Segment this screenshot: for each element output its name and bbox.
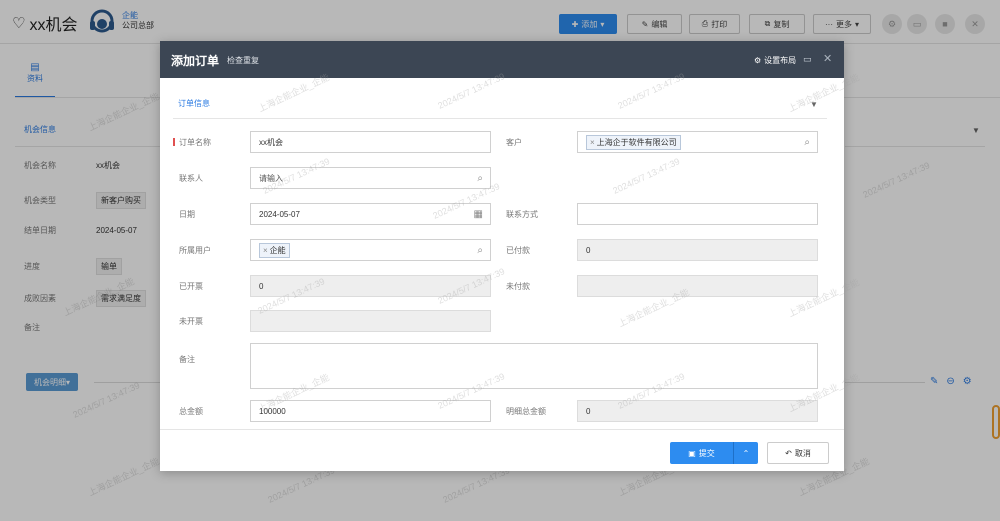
order-section-title[interactable]: 订单信息 bbox=[178, 98, 210, 109]
required-marker bbox=[173, 138, 175, 146]
submit-button[interactable]: ▣ 提交 bbox=[670, 442, 734, 464]
detail-total-label: 明细总金额 bbox=[506, 407, 546, 416]
unpaid-label: 未付款 bbox=[506, 282, 530, 291]
layout-settings-label: 设置布局 bbox=[764, 56, 797, 65]
divider bbox=[173, 118, 827, 119]
contact-method-label: 联系方式 bbox=[506, 210, 538, 219]
total-value: 100000 bbox=[259, 406, 286, 416]
invoiced-value: 0 bbox=[259, 281, 264, 291]
total-label: 总金额 bbox=[179, 407, 203, 416]
submit-button-group: ▣ 提交 ⌃ bbox=[670, 442, 758, 464]
unpaid-field bbox=[577, 275, 818, 297]
submit-button-label: 提交 bbox=[698, 448, 715, 458]
collapse-caret-icon[interactable]: ▼ bbox=[810, 100, 818, 109]
add-order-dialog: 添加订单 检查重复 ⚙ 设置布局 ▭ ✕ 订单信息 ▼ 订单名称 xx机会 客户… bbox=[160, 41, 861, 471]
remark-textarea[interactable] bbox=[250, 343, 818, 389]
customer-field[interactable]: × 上海企于软件有限公司 ⌕ bbox=[577, 131, 818, 153]
total-field[interactable]: 100000 bbox=[250, 400, 491, 422]
search-icon[interactable]: ⌕ bbox=[477, 245, 483, 256]
gear-icon: ⚙ bbox=[754, 56, 762, 65]
contact-placeholder: 请输入 bbox=[259, 173, 283, 183]
order-name-value: xx机会 bbox=[259, 137, 283, 147]
undo-arrow-icon: ↶ bbox=[785, 448, 792, 458]
owner-user-field[interactable]: × 企能 ⌕ bbox=[250, 239, 491, 261]
detail-total-value: 0 bbox=[586, 406, 591, 416]
detail-total-field: 0 bbox=[577, 400, 818, 422]
uninvoiced-label: 未开票 bbox=[179, 317, 203, 326]
check-duplicate-link[interactable]: 检查重复 bbox=[227, 55, 259, 66]
date-label: 日期 bbox=[179, 210, 195, 219]
paid-field: 0 bbox=[577, 239, 818, 261]
cancel-button[interactable]: ↶ 取消 bbox=[767, 442, 829, 464]
watermark-text: 2024/5/7 13:47:39 bbox=[611, 156, 682, 196]
customer-label: 客户 bbox=[506, 138, 522, 147]
paid-label: 已付款 bbox=[506, 246, 530, 255]
date-field[interactable]: 2024-05-07 ▦ bbox=[250, 203, 491, 225]
search-icon[interactable]: ⌕ bbox=[477, 173, 483, 184]
dialog-header: 添加订单 检查重复 ⚙ 设置布局 ▭ ✕ bbox=[160, 41, 844, 78]
owner-user-chip-label: 企能 bbox=[269, 245, 286, 255]
uninvoiced-field bbox=[250, 310, 491, 332]
customer-chip-label: 上海企于软件有限公司 bbox=[596, 137, 677, 147]
customer-chip: × 上海企于软件有限公司 bbox=[586, 134, 681, 150]
dialog-title: 添加订单 bbox=[171, 54, 220, 68]
search-icon[interactable]: ⌕ bbox=[804, 137, 810, 148]
invoiced-field: 0 bbox=[250, 275, 491, 297]
submit-options-chevron-icon[interactable]: ⌃ bbox=[734, 442, 758, 464]
contact-method-field[interactable] bbox=[577, 203, 818, 225]
remove-chip-icon[interactable]: × bbox=[590, 138, 595, 147]
contact-label: 联系人 bbox=[179, 174, 203, 183]
invoiced-label: 已开票 bbox=[179, 282, 203, 291]
remark-label: 备注 bbox=[179, 355, 195, 364]
dialog-footer: ▣ 提交 ⌃ ↶ 取消 bbox=[160, 429, 844, 471]
maximize-icon[interactable]: ▭ bbox=[803, 54, 812, 65]
contact-field[interactable]: 请输入 ⌕ bbox=[250, 167, 491, 189]
owner-user-chip: × 企能 bbox=[259, 242, 290, 258]
order-name-field[interactable]: xx机会 bbox=[250, 131, 491, 153]
close-icon[interactable]: ✕ bbox=[823, 52, 832, 65]
calendar-icon[interactable]: ▦ bbox=[474, 209, 483, 220]
cancel-button-label: 取消 bbox=[794, 448, 811, 458]
remove-chip-icon[interactable]: × bbox=[263, 246, 268, 255]
owner-user-label: 所属用户 bbox=[179, 246, 211, 255]
date-value: 2024-05-07 bbox=[259, 209, 300, 219]
save-icon: ▣ bbox=[688, 448, 696, 458]
order-name-label: 订单名称 bbox=[179, 138, 211, 147]
layout-settings-button[interactable]: ⚙ 设置布局 bbox=[754, 55, 796, 66]
paid-value: 0 bbox=[586, 245, 591, 255]
